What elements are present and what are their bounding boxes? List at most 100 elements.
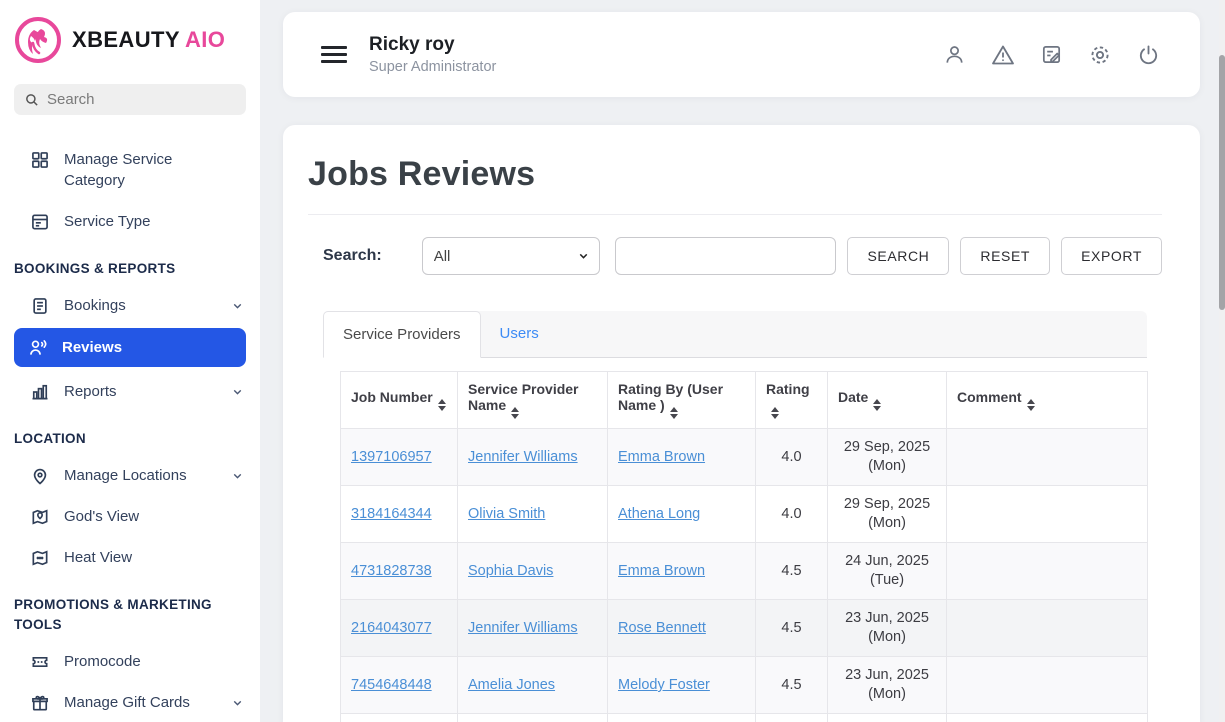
sidebar-item-reviews[interactable]: Reviews [14,328,246,367]
job-number-link[interactable]: 2164043077 [351,620,432,636]
sort-icon [873,399,881,411]
rating-value: 4.5 [756,714,828,722]
main-area: Ricky roy Super Administrator Jobs Revie… [260,12,1225,722]
document-lines-icon [30,296,50,316]
map-icon [30,548,50,568]
date-value: 23 Jun, 2025 (Mon) [828,600,947,657]
column-header-rating[interactable]: Rating [756,372,828,429]
sidebar-item-label: Heat View [64,547,132,568]
rated-by-link[interactable]: Athena Long [618,506,700,522]
report-edit-icon[interactable] [1040,43,1063,66]
chevron-down-icon [231,385,244,398]
sort-icon [1027,399,1035,411]
sidebar: XBEAUTYAIO Manage Service Category Servi… [0,0,260,722]
user-block: Ricky roy Super Administrator [369,34,496,75]
search-button[interactable]: SEARCH [847,237,949,275]
rating-value: 4.0 [756,429,828,486]
search-input[interactable] [615,237,837,275]
rating-value: 4.0 [756,486,828,543]
sidebar-item-label: Manage Service Category [64,149,226,191]
date-value: 23 Jun, 2025 (Mon) [828,657,947,714]
brand-name-accent: AIO [185,27,225,52]
job-number-link[interactable]: 1397106957 [351,449,432,465]
sort-icon [670,407,678,419]
job-number-link[interactable]: 7454648448 [351,677,432,693]
settings-icon[interactable] [1088,43,1112,67]
sidebar-item-manage-service-category[interactable]: Manage Service Category [0,141,260,199]
sidebar-item-manage-locations[interactable]: Manage Locations [0,457,260,494]
provider-link[interactable]: Jennifer Williams [468,620,578,636]
provider-link[interactable]: Jennifer Williams [468,449,578,465]
search-controls: Search: All SEARCH RESET EXPORT [323,237,1162,275]
rated-by-link[interactable]: Emma Brown [618,563,705,579]
sidebar-search[interactable] [14,84,246,115]
search-label: Search: [323,247,382,265]
sidebar-section-bookings-reports: BOOKINGS & REPORTS [0,244,260,287]
rating-value: 4.5 [756,600,828,657]
sidebar-item-bookings[interactable]: Bookings [0,287,260,324]
sidebar-item-service-type[interactable]: Service Type [0,203,260,240]
comment-value [947,600,1148,657]
date-value: 29 Sep, 2025 (Mon) [828,429,947,486]
window-scrollbar-thumb[interactable] [1219,55,1225,310]
sidebar-item-label: Reviews [62,337,122,358]
card-list-icon [30,212,50,232]
user-name: Ricky roy [369,34,496,56]
comment-value [947,486,1148,543]
table-row: 4731828738 Sophia Davis Emma Brown 4.5 2… [341,543,1148,600]
sidebar-item-promocode[interactable]: Promocode [0,643,260,680]
sidebar-item-manage-gift-cards[interactable]: Manage Gift Cards [0,684,260,721]
brand-logo: XBEAUTYAIO [0,0,260,74]
date-value: 24 Jun, 2025 (Tue) [828,543,947,600]
column-header-comment[interactable]: Comment [947,372,1148,429]
comment-value [947,543,1148,600]
column-header-date[interactable]: Date [828,372,947,429]
rated-by-link[interactable]: Melody Foster [618,677,710,693]
page-title: Jobs Reviews [308,155,1162,194]
power-icon[interactable] [1137,43,1160,66]
user-icon[interactable] [943,43,966,66]
job-number-link[interactable]: 4731828738 [351,563,432,579]
column-header-provider-name[interactable]: Service Provider Name [458,372,608,429]
sidebar-item-label: Service Type [64,211,150,232]
grid-icon [30,150,50,170]
search-filter-select[interactable]: All [422,237,600,275]
rated-by-link[interactable]: Emma Brown [618,449,705,465]
sidebar-search-input[interactable] [47,91,236,108]
provider-link[interactable]: Olivia Smith [468,506,545,522]
job-number-link[interactable]: 3184164344 [351,506,432,522]
tab-service-providers[interactable]: Service Providers [323,311,481,358]
provider-link[interactable]: Amelia Jones [468,677,555,693]
column-header-rating-by[interactable]: Rating By (User Name ) [608,372,756,429]
provider-link[interactable]: Sophia Davis [468,563,553,579]
sidebar-item-heat-view[interactable]: Heat View [0,539,260,576]
table-header-row: Job Number Service Provider Name Rating … [341,372,1148,429]
sidebar-item-reports[interactable]: Reports [0,373,260,410]
warning-icon[interactable] [991,43,1015,67]
reset-button[interactable]: RESET [960,237,1050,275]
tab-strip: Service Providers Users [323,311,1147,358]
ticket-icon [30,652,50,672]
brand-logo-icon [14,16,62,64]
sort-icon [771,407,779,419]
rated-by-link[interactable]: Rose Bennett [618,620,706,636]
sidebar-item-label: Manage Locations [64,465,187,486]
sidebar-item-gods-view[interactable]: God's View [0,498,260,535]
sidebar-item-label: Promocode [64,651,141,672]
sidebar-section-location: LOCATION [0,414,260,457]
gift-icon [30,693,50,713]
tab-content: Job Number Service Provider Name Rating … [323,358,1147,722]
map-marker-icon [30,507,50,527]
export-button[interactable]: EXPORT [1061,237,1162,275]
chevron-down-icon [231,469,244,482]
sidebar-item-label: God's View [64,506,139,527]
sort-icon [511,407,519,419]
tab-users[interactable]: Users [481,311,558,357]
hamburger-menu-icon[interactable] [321,46,347,63]
sidebar-item-label: Bookings [64,295,126,316]
person-voice-icon [28,338,48,358]
search-icon [24,92,39,107]
table-row: 1397106957 Jennifer Williams Emma Brown … [341,429,1148,486]
window-scrollbar-track [1219,0,1225,722]
column-header-job-number[interactable]: Job Number [341,372,458,429]
